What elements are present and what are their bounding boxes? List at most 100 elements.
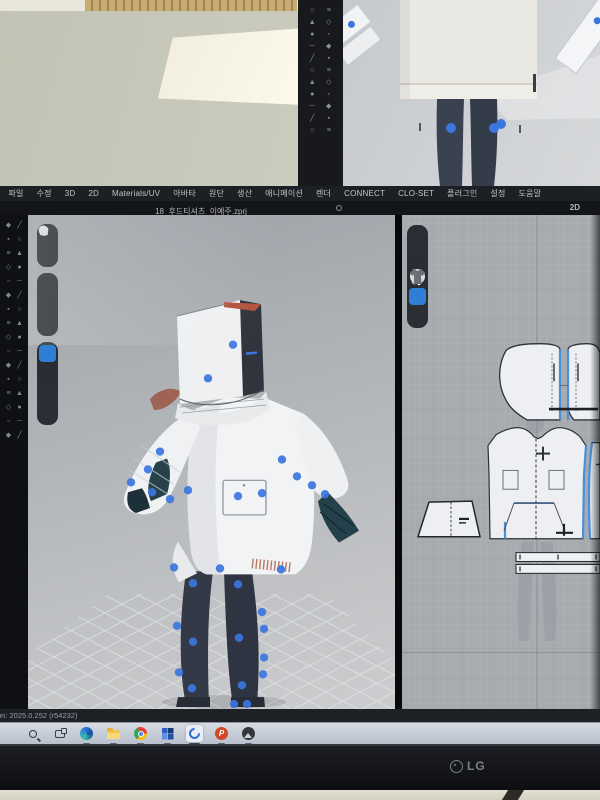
photos-tile-icon[interactable] (159, 725, 176, 742)
tool-icon[interactable]: ◆ (3, 291, 14, 300)
menu-item[interactable]: 파일 (2, 188, 30, 199)
clo-icon[interactable] (186, 725, 203, 742)
avatar-person-icon[interactable] (39, 316, 56, 333)
menu-item[interactable]: 생산 (231, 188, 259, 199)
selection-point[interactable] (166, 495, 174, 503)
tool-icon[interactable]: ─ (14, 347, 25, 356)
menu-item[interactable]: 설정 (484, 188, 512, 199)
tool-icon[interactable]: ≡ (3, 249, 14, 258)
tool-icon[interactable]: ◆ (3, 431, 14, 440)
selection-point[interactable] (235, 634, 243, 642)
selection-point[interactable] (260, 625, 268, 633)
task-view-icon[interactable] (51, 725, 68, 742)
selection-point[interactable] (258, 608, 266, 616)
garment-hoodie[interactable] (124, 300, 359, 582)
selection-point[interactable] (189, 579, 197, 587)
menu-item[interactable]: 수정 (30, 188, 58, 199)
menu-item[interactable]: 아바타 (167, 188, 203, 199)
selection-point[interactable] (321, 490, 329, 498)
garment-shirt-dark-icon[interactable] (409, 308, 426, 325)
menu-item[interactable]: 도움말 (512, 188, 548, 199)
menu-item[interactable]: Materials/UV (106, 189, 167, 198)
tool-icon[interactable]: ○ (14, 375, 25, 384)
tool-icon[interactable]: ─ (14, 417, 25, 426)
tool-icon[interactable]: ◇ (3, 333, 14, 342)
menu-item[interactable]: 원단 (202, 188, 230, 199)
tool-icon[interactable]: ▪ (3, 375, 14, 384)
tool-icon[interactable]: ● (14, 403, 25, 412)
selection-point[interactable] (277, 565, 285, 573)
selection-point[interactable] (308, 481, 316, 489)
viewport-settings-icon[interactable] (336, 205, 342, 211)
selection-point[interactable] (189, 638, 197, 646)
selection-point[interactable] (259, 670, 267, 678)
tool-icon[interactable]: ▪ (3, 235, 14, 244)
tool-icon[interactable]: ◆ (3, 221, 14, 230)
selection-point[interactable] (234, 580, 242, 588)
selection-point[interactable] (156, 447, 164, 455)
tool-icon[interactable]: ▫ (3, 347, 14, 356)
tool-icon[interactable]: ◇ (3, 263, 14, 272)
tool-icon[interactable]: ╱ (14, 361, 25, 370)
selection-point[interactable] (229, 341, 237, 349)
selection-point[interactable] (260, 653, 268, 661)
search-icon[interactable] (24, 725, 41, 742)
selection-point[interactable] (175, 668, 183, 676)
selection-point[interactable] (446, 123, 456, 133)
tool-icon[interactable]: ≡ (3, 389, 14, 398)
powerpoint-icon[interactable]: P (213, 725, 230, 742)
menu-item[interactable]: CLO-SET (392, 189, 441, 198)
selection-point[interactable] (144, 465, 152, 473)
tool-icon[interactable]: ○ (14, 235, 25, 244)
tool-icon[interactable]: ▫ (3, 277, 14, 286)
pin-icon[interactable] (39, 296, 56, 313)
menu-item[interactable]: 2D (82, 189, 106, 198)
tool-icon[interactable]: ▫ (3, 417, 14, 426)
selection-point[interactable] (278, 455, 286, 463)
selection-point[interactable] (170, 563, 178, 571)
menu-item[interactable]: CONNECT (338, 189, 392, 198)
selection-point[interactable] (293, 472, 301, 480)
selection-point[interactable] (216, 564, 224, 572)
image-viewer-icon[interactable] (240, 725, 257, 742)
selection-point[interactable] (230, 700, 238, 708)
file-explorer-icon[interactable] (105, 725, 122, 742)
hand-icon[interactable] (39, 365, 56, 382)
tool-icon[interactable]: ≡ (3, 319, 14, 328)
panel-splitter[interactable] (395, 215, 402, 709)
tool-icon[interactable]: ╱ (14, 291, 25, 300)
selection-point[interactable] (204, 374, 212, 382)
tool-icon[interactable]: ● (14, 333, 25, 342)
selection-point[interactable] (234, 492, 242, 500)
tool-icon[interactable]: ▪ (3, 305, 14, 314)
tool-icon[interactable]: ◆ (3, 361, 14, 370)
selection-point[interactable] (173, 622, 181, 630)
menu-item[interactable]: 렌더 (309, 188, 337, 199)
tool-icon[interactable]: ─ (14, 277, 25, 286)
select-active-icon[interactable] (39, 345, 56, 362)
viewport-3d[interactable] (28, 215, 395, 709)
tool-icon[interactable]: ● (14, 263, 25, 272)
selection-point[interactable] (238, 681, 246, 689)
selection-point[interactable] (258, 489, 266, 497)
selection-point[interactable] (496, 119, 506, 129)
tool-icon[interactable]: ▲ (14, 319, 25, 328)
tool-icon[interactable]: ╱ (14, 221, 25, 230)
tool-icon[interactable]: ▲ (14, 249, 25, 258)
menu-item[interactable]: 플러그인 (441, 188, 484, 199)
selection-point[interactable] (148, 488, 156, 496)
selection-point[interactable] (188, 684, 196, 692)
panel-2d-patterns[interactable] (402, 215, 600, 709)
pattern-pocket[interactable] (418, 501, 480, 537)
pattern-body-front[interactable] (488, 428, 586, 539)
pattern-body-back-partial[interactable] (589, 443, 600, 539)
selection-point[interactable] (184, 486, 192, 494)
menu-item[interactable]: 애니메이션 (259, 188, 310, 199)
tool-icon[interactable]: ▲ (14, 389, 25, 398)
garment-shirt-icon[interactable] (39, 276, 56, 293)
avatar-head-icon[interactable] (39, 385, 56, 402)
gizmo-circle-icon[interactable] (39, 405, 56, 422)
tool-icon[interactable]: ○ (14, 305, 25, 314)
selection-point[interactable] (127, 478, 135, 486)
edge-icon[interactable] (78, 725, 95, 742)
